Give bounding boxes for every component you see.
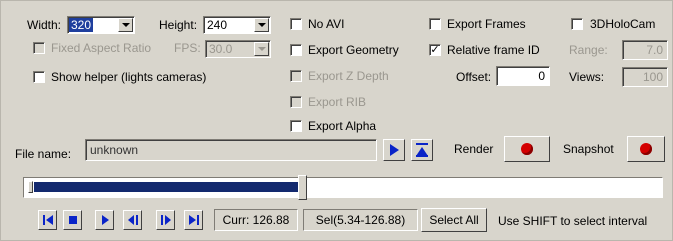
height-dropdown-button[interactable] <box>254 18 269 32</box>
fps-label: FPS: <box>174 41 201 55</box>
fixed-aspect-label: Fixed Aspect Ratio <box>51 41 152 55</box>
width-combo[interactable]: 320 <box>67 16 135 34</box>
timeline-progress <box>34 182 302 192</box>
render-button[interactable] <box>504 136 550 162</box>
file-name-label: File name: <box>15 147 72 161</box>
last-frame-button[interactable] <box>184 210 203 230</box>
snapshot-label: Snapshot <box>563 142 614 156</box>
timeline-thumb[interactable] <box>298 175 307 200</box>
relative-frame-id-label: Relative frame ID <box>447 43 540 57</box>
fixed-aspect-checkbox[interactable] <box>33 42 45 54</box>
current-time-display: Curr: 126.88 <box>214 209 298 231</box>
fps-dropdown-button[interactable] <box>254 42 269 56</box>
select-all-button[interactable]: Select All <box>421 208 487 232</box>
snapshot-button[interactable] <box>627 136 665 162</box>
width-dropdown-button[interactable] <box>118 18 133 32</box>
height-value: 240 <box>207 18 228 32</box>
play-button[interactable] <box>95 210 114 230</box>
fps-combo[interactable]: 30.0 <box>205 40 271 58</box>
export-geometry-checkbox[interactable] <box>290 44 302 56</box>
stop-button[interactable] <box>63 210 82 230</box>
width-label: Width: <box>27 18 62 32</box>
step-forward-button[interactable] <box>156 210 175 230</box>
render-label: Render <box>454 142 494 156</box>
offset-label: Offset: <box>456 70 492 84</box>
show-helper-checkbox[interactable] <box>33 71 45 83</box>
export-alpha-label: Export Alpha <box>308 119 377 133</box>
timeline-start-handle[interactable] <box>28 181 33 193</box>
first-frame-button[interactable] <box>38 210 57 230</box>
record-icon <box>521 143 533 155</box>
skip-to-start-icon <box>43 215 53 225</box>
selection-display: Sel(5.34-126.88) <box>303 209 418 231</box>
stop-icon <box>69 216 77 224</box>
views-label: Views: <box>569 70 605 84</box>
chevron-down-icon <box>257 47 266 51</box>
fps-value: 30.0 <box>209 42 233 56</box>
views-input[interactable]: 100 <box>622 67 668 87</box>
export-frames-checkbox[interactable] <box>429 18 441 30</box>
height-combo[interactable]: 240 <box>203 16 271 34</box>
holocam-checkbox[interactable] <box>571 18 583 30</box>
chevron-down-icon <box>257 23 266 27</box>
export-alpha-checkbox[interactable] <box>290 120 302 132</box>
export-geometry-label: Export Geometry <box>308 43 399 57</box>
eject-icon <box>416 143 428 157</box>
step-back-button[interactable] <box>123 210 142 230</box>
relative-frame-id-checkbox[interactable]: ✓ <box>429 44 441 56</box>
holocam-label: 3DHoloCam <box>590 17 656 31</box>
export-rib-checkbox[interactable] <box>290 96 302 108</box>
chevron-down-icon <box>121 23 130 27</box>
export-frames-label: Export Frames <box>447 17 526 31</box>
export-z-depth-label: Export Z Depth <box>308 69 389 83</box>
browse-next-button[interactable] <box>383 139 405 161</box>
shift-hint-text: Use SHIFT to select interval <box>498 214 648 228</box>
height-label: Height: <box>159 18 198 32</box>
range-input[interactable]: 7.0 <box>622 40 668 60</box>
timeline-track[interactable] <box>23 175 663 200</box>
play-arrow-icon <box>390 144 399 156</box>
play-icon <box>102 215 109 225</box>
width-value: 320 <box>69 18 94 32</box>
step-forward-icon <box>161 215 171 225</box>
export-rib-label: Export RIB <box>308 95 367 109</box>
no-avi-checkbox[interactable] <box>290 18 302 30</box>
skip-to-end-icon <box>189 215 199 225</box>
show-helper-label: Show helper (lights cameras) <box>51 70 207 84</box>
record-icon <box>640 143 652 155</box>
offset-input[interactable]: 0 <box>496 66 550 86</box>
file-name-input[interactable]: unknown <box>85 139 377 161</box>
range-label: Range: <box>569 43 608 57</box>
render-settings-panel: Width: 320 Height: 240 Fixed Aspect Rati… <box>0 0 673 241</box>
step-back-icon <box>128 215 138 225</box>
export-z-depth-checkbox[interactable] <box>290 70 302 82</box>
browse-eject-button[interactable] <box>411 139 433 161</box>
no-avi-label: No AVI <box>308 17 345 31</box>
